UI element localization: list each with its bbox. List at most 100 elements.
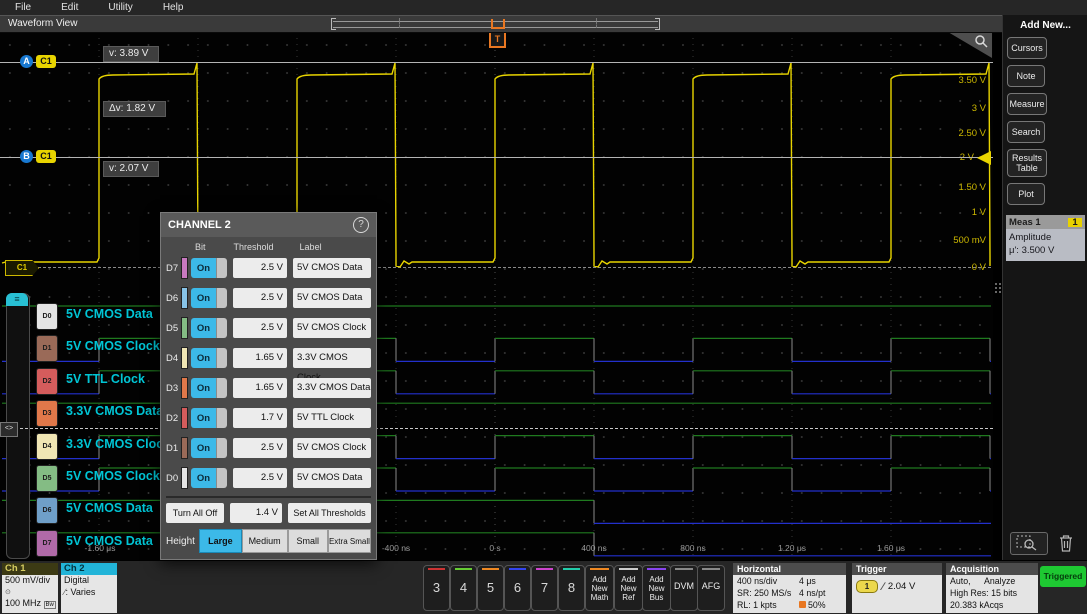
zoom-select-button[interactable] [1010,532,1048,555]
all-threshold-field[interactable]: 1.4 V [230,503,282,523]
bit-toggle-d1[interactable]: On [191,438,227,458]
overview-left-bracket[interactable] [331,18,336,30]
note-button[interactable]: Note [1007,65,1045,87]
digital-badge-d6[interactable]: D6 [36,497,58,524]
menu-help[interactable]: Help [148,0,199,15]
bit-toggle-d5[interactable]: On [191,318,227,338]
overview-trigger-marker[interactable] [491,19,505,29]
cursor-a-line[interactable] [0,62,993,63]
overview-right-bracket[interactable] [655,18,660,30]
cursor-b-badge[interactable]: B [20,150,33,163]
horizontal-panel[interactable]: Horizontal 400 ns/div4 μs SR: 250 MS/s4 … [733,563,846,613]
search-button[interactable]: Search [1007,121,1045,143]
pane-divider[interactable] [0,428,993,429]
digital-badge-d7[interactable]: D7 [36,530,58,557]
add-new-ref-button[interactable]: Add New Ref [614,565,643,611]
acquisition-panel[interactable]: Acquisition Auto,Analyze High Res: 15 bi… [946,563,1038,613]
threshold-field-d2[interactable]: 1.7 V [233,408,287,428]
add-new-bus-button[interactable]: Add New Bus [642,565,671,611]
digital-label-d6[interactable]: 5V CMOS Data [66,501,153,515]
plot-button[interactable]: Plot [1007,183,1045,205]
threshold-field-d5[interactable]: 2.5 V [233,318,287,338]
bit-toggle-d4[interactable]: On [191,348,227,368]
cursor-a-channel-badge[interactable]: C1 [36,55,56,68]
channel-4-button[interactable]: 4 [450,565,477,611]
bit-toggle-d0[interactable]: On [191,468,227,488]
height-medium-button[interactable]: Medium [242,529,288,553]
threshold-field-d0[interactable]: 2.5 V [233,468,287,488]
height-extra-small-button[interactable]: Extra Small [328,529,371,553]
ch1-badge[interactable]: Ch 1 500 mV/div ⊙ 100 MHz Bw [2,563,58,613]
bit-toggle-d7[interactable]: On [191,258,227,278]
label-field-d2[interactable]: 5V TTL Clock [293,408,371,428]
cursor-b-channel-badge[interactable]: C1 [36,150,56,163]
menu-file[interactable]: File [0,0,46,15]
digital-label-d1[interactable]: 5V CMOS Clock [66,339,160,353]
digital-badge-d4[interactable]: D4 [36,433,58,460]
threshold-field-d3[interactable]: 1.65 V [233,378,287,398]
digital-badge-d3[interactable]: D3 [36,400,58,427]
menu-utility[interactable]: Utility [93,0,147,15]
ch1-ground-flag[interactable]: C1 [5,260,39,276]
digital-label-d2[interactable]: 5V TTL Clock [66,372,145,386]
digital-badge-d5[interactable]: D5 [36,465,58,492]
label-field-d7[interactable]: 5V CMOS Data [293,258,371,278]
digital-badge-d0[interactable]: D0 [36,303,58,330]
bit-toggle-d2[interactable]: On [191,408,227,428]
afg-button[interactable]: AFG [697,565,725,611]
v-axis-label: 0 V [926,262,986,273]
threshold-field-d4[interactable]: 1.65 V [233,348,287,368]
label-field-d5[interactable]: 5V CMOS Clock [293,318,371,338]
trigger-panel[interactable]: Trigger 1 ∕ 2.04 V [852,563,942,613]
channel-6-button[interactable]: 6 [504,565,531,611]
digital-label-d3[interactable]: 3.3V CMOS Data [66,404,163,418]
channel-8-button[interactable]: 8 [558,565,585,611]
measure-button[interactable]: Measure [1007,93,1047,115]
help-icon[interactable]: ? [353,217,369,233]
height-large-button[interactable]: Large [199,529,241,553]
trigger-level-arrow[interactable] [977,151,991,165]
threshold-field-d6[interactable]: 2.5 V [233,288,287,308]
threshold-field-d7[interactable]: 2.5 V [233,258,287,278]
channel-3-button[interactable]: 3 [423,565,450,611]
ch1-name: Ch 1 [2,563,58,575]
panel-drag-handle-dots[interactable] [995,283,1001,297]
digital-label-d0[interactable]: 5V CMOS Data [66,307,153,321]
cursor-a-badge[interactable]: A [20,55,33,68]
height-small-button[interactable]: Small [288,529,328,553]
channel2-dialog[interactable]: CHANNEL 2 ? Bit Threshold Label D7 On 2.… [160,212,377,560]
threshold-field-d1[interactable]: 2.5 V [233,438,287,458]
dvm-button[interactable]: DVM [670,565,698,611]
add-new-math-button[interactable]: Add New Math [585,565,614,611]
channel2-dialog-header[interactable]: CHANNEL 2 ? [161,213,376,237]
bandwidth-icon: Bw [44,601,56,609]
digital-badge-d2[interactable]: D2 [36,368,58,395]
ch2-badge[interactable]: Ch 2 Digital ∕: Varies [61,563,117,613]
menu-edit[interactable]: Edit [46,0,93,15]
bit-toggle-d6[interactable]: On [191,288,227,308]
cursor-b-line[interactable] [0,157,993,158]
digital-label-d5[interactable]: 5V CMOS Clock [66,469,160,483]
channel-5-button[interactable]: 5 [477,565,504,611]
label-field-d3[interactable]: 3.3V CMOS Data [293,378,371,398]
pane-divider-handle[interactable]: <> [0,422,18,437]
digital-label-d4[interactable]: 3.3V CMOS Clock [66,437,170,451]
trash-button[interactable] [1057,533,1075,558]
label-field-d1[interactable]: 5V CMOS Clock [293,438,371,458]
trigger-position-flag[interactable]: T [489,31,506,48]
set-all-thresholds-button[interactable]: Set All Thresholds [288,503,371,523]
v-axis-label: 3.50 V [926,75,986,86]
digital-group-grip-icon[interactable]: ≡ [6,293,28,306]
results-table-button[interactable]: Results Table [1007,149,1047,177]
label-field-d4[interactable]: 3.3V CMOS Clock [293,348,371,368]
cursors-button[interactable]: Cursors [1007,37,1047,59]
label-field-d0[interactable]: 5V CMOS Data [293,468,371,488]
digital-badge-d1[interactable]: D1 [36,335,58,362]
tab-waveform-view[interactable]: Waveform View [8,18,77,29]
digital-label-d7[interactable]: 5V CMOS Data [66,534,153,548]
channel-7-button[interactable]: 7 [531,565,558,611]
bit-toggle-d3[interactable]: On [191,378,227,398]
meas1-badge[interactable]: Meas 1 1 Amplitude μ': 3.500 V [1006,215,1085,261]
label-field-d6[interactable]: 5V CMOS Data [293,288,371,308]
turn-all-off-button[interactable]: Turn All Off [166,503,224,523]
